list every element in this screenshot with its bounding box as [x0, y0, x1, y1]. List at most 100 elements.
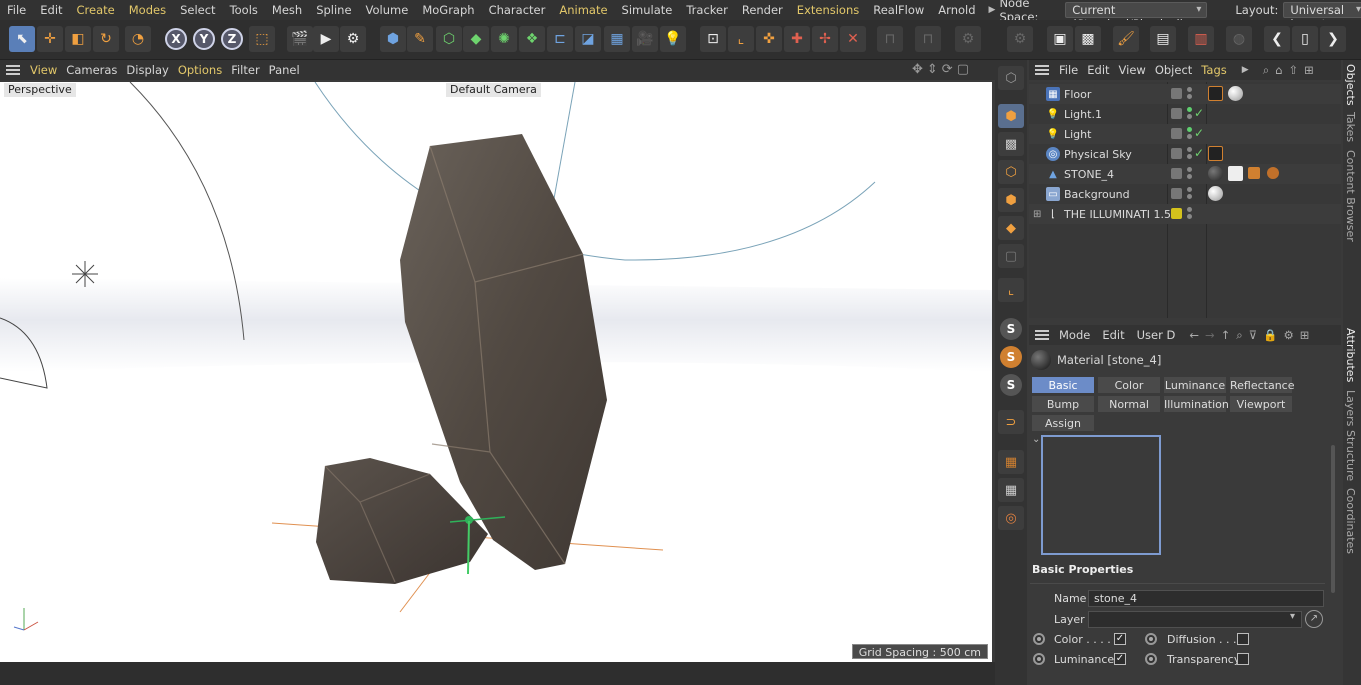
menu-realflow[interactable]: RealFlow — [866, 3, 931, 17]
disabled-tool-1-icon[interactable]: ⊓ — [877, 26, 903, 52]
snap-icon[interactable]: ⌞ — [728, 26, 754, 52]
object-row-background[interactable]: ▭ Background — [1029, 184, 1341, 204]
disabled-tool-5-icon[interactable]: ◍ — [1226, 26, 1252, 52]
edit-toggle-icon[interactable] — [1171, 168, 1182, 179]
menu-volume[interactable]: Volume — [359, 3, 416, 17]
om-menu-file[interactable]: File — [1059, 63, 1087, 77]
light-icon[interactable]: 💡 — [660, 26, 686, 52]
visibility-dots-icon[interactable] — [1187, 167, 1193, 181]
side-tab-objects[interactable]: Objects — [1344, 64, 1357, 106]
lock-workplane-grid-icon[interactable]: ▦ — [998, 478, 1024, 502]
material-checker-icon[interactable]: ▣ — [1047, 26, 1073, 52]
menu-arnold[interactable]: Arnold — [931, 3, 982, 17]
om-more-arrow-icon[interactable]: ▶ — [1242, 65, 1249, 75]
object-row-light-1[interactable]: 💡 Light.1 ✓ — [1029, 104, 1341, 124]
vp-menu-cameras[interactable]: Cameras — [66, 63, 126, 77]
tab-illumination[interactable]: Illumination — [1163, 395, 1229, 413]
om-menu-object[interactable]: Object — [1155, 63, 1201, 77]
edit-render-settings-icon[interactable]: ⊡ — [700, 26, 726, 52]
vp-menu-options[interactable]: Options — [178, 63, 231, 77]
am-filter-icon[interactable]: ⊽ — [1249, 328, 1257, 342]
3d-viewport[interactable]: Perspective Default Camera Grid Spacing … — [0, 82, 992, 662]
paint-brush-icon[interactable]: 🖌 — [1113, 26, 1139, 52]
am-search-icon[interactable]: ⌕ — [1236, 328, 1242, 343]
stone-material-tag-icon[interactable] — [1208, 166, 1223, 181]
diffusion-channel-checkbox[interactable] — [1237, 633, 1249, 645]
layer-pick-icon[interactable]: ↗ — [1305, 610, 1323, 628]
am-menu-edit[interactable]: Edit — [1102, 328, 1136, 342]
disabled-tool-2-icon[interactable]: ⊓ — [915, 26, 941, 52]
object-row-light[interactable]: 💡 Light ✓ — [1029, 124, 1341, 144]
edges-mode-icon[interactable]: ⬢ — [998, 188, 1024, 212]
workplane-icon[interactable]: ✜ — [756, 26, 782, 52]
enabled-check-icon[interactable]: ✓ — [1194, 146, 1204, 160]
menu-render[interactable]: Render — [735, 3, 790, 17]
menu-extensions[interactable]: Extensions — [790, 3, 866, 17]
document-icon[interactable]: ▯ — [1292, 26, 1318, 52]
field-icon[interactable]: ◪ — [575, 26, 601, 52]
forward-arrow-icon[interactable]: ❯ — [1320, 26, 1346, 52]
x-axis-lock-icon[interactable]: X — [165, 28, 187, 50]
material-preview-swatch[interactable] — [1041, 435, 1161, 555]
expand-plus-icon[interactable]: ⊞ — [1033, 209, 1041, 220]
vp-menu-view[interactable]: View — [30, 63, 66, 77]
side-tab-coordinates[interactable]: Coordinates — [1344, 488, 1357, 554]
am-forward-arrow-icon[interactable]: → — [1205, 328, 1215, 342]
am-hamburger-icon[interactable] — [1035, 330, 1049, 340]
tab-bump[interactable]: Bump — [1031, 395, 1095, 413]
object-row-illuminati[interactable]: ⊞ ⌊ THE ILLUMINATI 1.5 — [1029, 204, 1341, 224]
material-tag-icon[interactable] — [1208, 186, 1223, 201]
model-mode-icon[interactable]: ⬢ — [998, 104, 1024, 128]
am-back-arrow-icon[interactable]: ← — [1189, 328, 1199, 342]
name-field[interactable]: stone_4 — [1088, 590, 1324, 607]
vp-menu-filter[interactable]: Filter — [231, 63, 268, 77]
layer-field[interactable] — [1088, 611, 1302, 628]
back-arrow-icon[interactable]: ❮ — [1264, 26, 1290, 52]
object-row-physical-sky[interactable]: ◎ Physical Sky ✓ — [1029, 144, 1341, 164]
enabled-check-icon[interactable]: ✓ — [1194, 106, 1204, 120]
vp-menu-display[interactable]: Display — [126, 63, 177, 77]
solo-hierarchy-icon[interactable]: S — [1000, 374, 1022, 396]
solo-icon[interactable]: S — [1000, 318, 1022, 340]
edit-toggle-icon[interactable] — [1171, 88, 1182, 99]
tab-reflectance[interactable]: Reflectance — [1229, 376, 1295, 394]
z-axis-lock-icon[interactable]: Z — [221, 28, 243, 50]
pan-icon[interactable]: ✥ — [912, 62, 923, 77]
om-up-icon[interactable]: ⇧ — [1288, 63, 1298, 77]
visibility-dots-icon[interactable] — [1187, 127, 1193, 141]
side-tab-layers[interactable]: Layers — [1344, 390, 1357, 426]
menu-animate[interactable]: Animate — [552, 3, 614, 17]
maximize-view-icon[interactable]: ▢ — [957, 62, 969, 77]
am-lock-icon[interactable]: 🔒 — [1263, 328, 1277, 342]
collapse-chevron-icon[interactable]: ⌄ — [1032, 434, 1040, 445]
render-view-icon[interactable]: ▶ — [313, 26, 339, 52]
coordinate-system-icon[interactable]: ⬚ — [249, 26, 275, 52]
mograph-icon[interactable]: ❖ — [519, 26, 545, 52]
transparency-channel-radio[interactable] — [1145, 653, 1157, 665]
y-axis-lock-icon[interactable]: Y — [193, 28, 215, 50]
menu-edit[interactable]: Edit — [33, 3, 69, 17]
om-hamburger-icon[interactable] — [1035, 65, 1049, 75]
disabled-tool-4-icon[interactable]: ⚙ — [1007, 26, 1033, 52]
side-tab-attributes[interactable]: Attributes — [1344, 328, 1357, 382]
checkerboard-icon[interactable]: ▩ — [1075, 26, 1101, 52]
render-region-icon[interactable]: 🎬 — [287, 26, 313, 52]
render-tag-icon[interactable] — [1208, 146, 1223, 161]
menu-create[interactable]: Create — [70, 3, 122, 17]
tab-viewport[interactable]: Viewport — [1229, 395, 1293, 413]
axis-mode-icon[interactable]: ⌞ — [998, 278, 1024, 302]
camera-label[interactable]: Default Camera — [446, 83, 541, 97]
hamburger-menu-icon[interactable] — [6, 65, 20, 75]
material-tag-icon[interactable] — [1228, 86, 1243, 101]
menu-tracker[interactable]: Tracker — [679, 3, 735, 17]
om-home-icon[interactable]: ⌂ — [1275, 63, 1282, 77]
edit-toggle-icon[interactable] — [1171, 108, 1182, 119]
solo-single-icon[interactable]: S — [1000, 346, 1022, 368]
render-settings-icon[interactable]: ⚙ — [340, 26, 366, 52]
color-channel-radio[interactable] — [1033, 633, 1045, 645]
menu-spline[interactable]: Spline — [309, 3, 358, 17]
workplane-grid-icon[interactable]: ▦ — [998, 450, 1024, 474]
uv-mode-icon[interactable]: ▢ — [998, 244, 1024, 268]
visibility-dots-icon[interactable] — [1187, 107, 1193, 121]
pen-spline-icon[interactable]: ✎ — [407, 26, 433, 52]
